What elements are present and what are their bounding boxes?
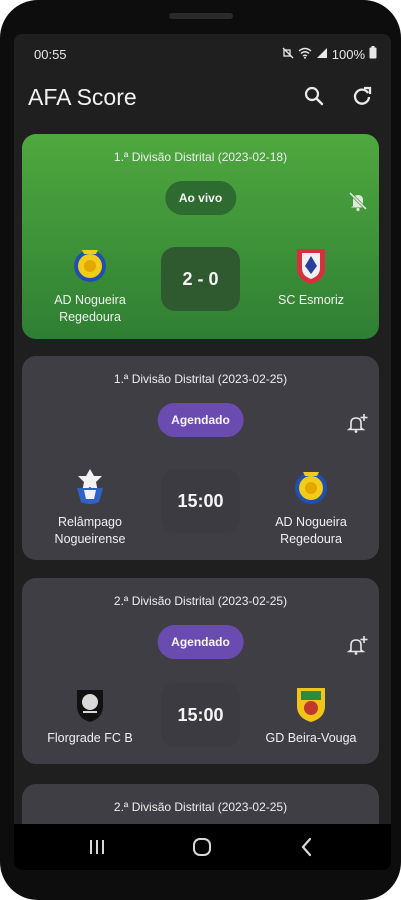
home-team-name: AD Nogueira Regedoura — [54, 293, 126, 324]
match-card[interactable]: 1.ª Divisão Distrital (2023-02-25) Agend… — [22, 356, 379, 560]
notifications-off-icon[interactable] — [347, 190, 369, 212]
team-crest-icon — [69, 682, 111, 724]
home-icon[interactable] — [187, 832, 217, 862]
home-team: AD Nogueira Regedoura — [25, 244, 155, 326]
match-list[interactable]: 1.ª Divisão Distrital (2023-02-18) Ao vi… — [14, 134, 391, 824]
team-crest-icon — [69, 466, 111, 508]
league-label: 1.ª Divisão Distrital (2023-02-25) — [113, 372, 288, 386]
home-team-name: Relâmpago Nogueirense — [54, 515, 126, 546]
team-crest-icon — [290, 466, 332, 508]
phone-frame: 00:55 100% AFA Score 1.ª Divisão Distrit… — [0, 0, 401, 900]
refresh-icon[interactable] — [348, 82, 376, 110]
team-crest-icon — [290, 244, 332, 286]
away-team-name: SC Esmoriz — [278, 293, 344, 307]
battery-percent: 100% — [331, 46, 365, 62]
away-team: SC Esmoriz — [246, 244, 376, 309]
match-card[interactable]: 2.ª Divisão Distrital (2023-02-25) Agend… — [22, 578, 379, 764]
home-team: Relâmpago Nogueirense — [25, 466, 155, 548]
status-icons: 100% — [282, 46, 377, 63]
back-icon[interactable] — [292, 832, 322, 862]
kickoff-time: 15:00 — [161, 683, 240, 747]
status-bar: 00:55 100% — [14, 34, 391, 74]
away-team: GD Beira-Vouga — [246, 682, 376, 747]
team-crest-icon — [69, 244, 111, 286]
match-card[interactable]: 1.ª Divisão Distrital (2023-02-18) Ao vi… — [22, 134, 379, 339]
status-badge: Agendado — [157, 625, 244, 659]
search-icon[interactable] — [300, 82, 328, 110]
status-badge: Agendado — [157, 403, 244, 437]
recent-apps-icon[interactable] — [82, 832, 112, 862]
team-crest-icon — [290, 682, 332, 724]
wifi-icon — [298, 47, 312, 63]
league-label: 2.ª Divisão Distrital (2023-02-25) — [113, 594, 288, 608]
add-alert-icon[interactable] — [346, 634, 369, 656]
screen: 00:55 100% AFA Score 1.ª Divisão Distrit… — [14, 34, 391, 870]
app-bar: AFA Score — [14, 74, 391, 130]
away-team-name: GD Beira-Vouga — [265, 731, 357, 745]
add-alert-icon[interactable] — [346, 412, 369, 434]
match-card[interactable]: 2.ª Divisão Distrital (2023-02-25) — [22, 784, 379, 824]
app-title: AFA Score — [28, 84, 137, 110]
kickoff-time: 15:00 — [161, 469, 240, 533]
battery-icon — [369, 46, 377, 63]
status-badge: Ao vivo — [164, 181, 237, 215]
home-team: Florgrade FC B — [25, 682, 155, 747]
signal-icon — [316, 47, 328, 63]
mute-icon — [282, 47, 294, 63]
league-label: 2.ª Divisão Distrital (2023-02-25) — [113, 800, 288, 814]
league-label: 1.ª Divisão Distrital (2023-02-18) — [113, 150, 288, 164]
status-time: 00:55 — [34, 47, 67, 62]
away-team: AD Nogueira Regedoura — [246, 466, 376, 548]
home-team-name: Florgrade FC B — [47, 731, 133, 745]
score: 2 - 0 — [161, 247, 240, 311]
navigation-bar — [14, 824, 391, 870]
speaker-slot — [169, 13, 233, 19]
away-team-name: AD Nogueira Regedoura — [275, 515, 347, 546]
